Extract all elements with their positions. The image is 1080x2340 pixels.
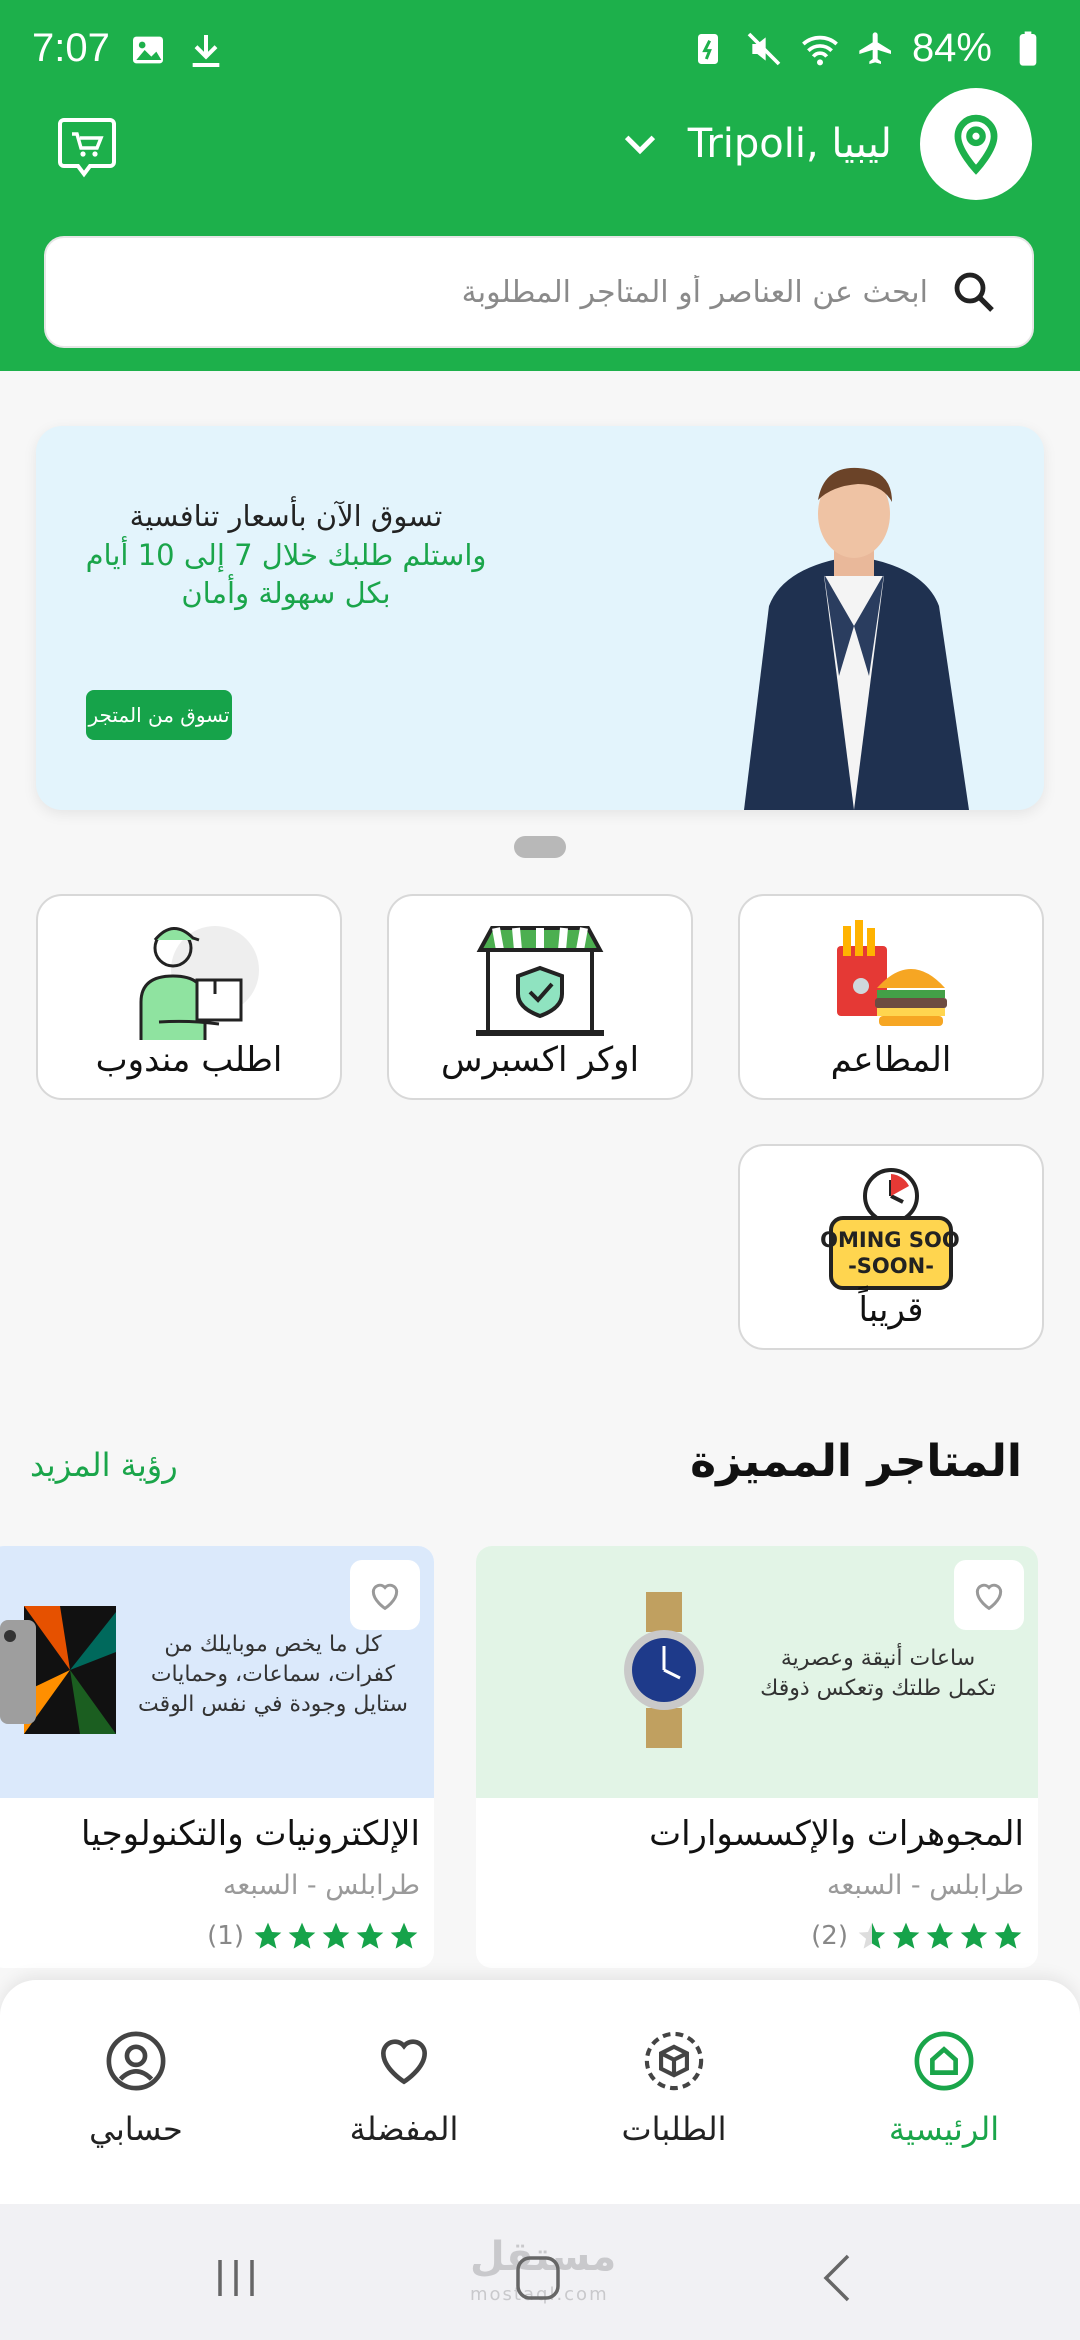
cart-button[interactable] xyxy=(54,112,120,178)
star-icon xyxy=(892,1922,920,1949)
nav-label: المفضلة xyxy=(349,2110,459,2148)
store-card-electronics[interactable]: كل ما يخص موبايلك من كفرات، سماعات، وحما… xyxy=(0,1546,434,1968)
featured-stores-title: المتاجر المميزة xyxy=(690,1436,1022,1487)
store-card-jewelry[interactable]: ساعات أنيقة وعصرية تكمل طلتك وتعكس ذوقك … xyxy=(476,1546,1038,1968)
wifi-icon xyxy=(802,35,838,65)
store-location: طرابلس - السبعه xyxy=(222,1870,420,1901)
coming-soon-icon: COMING SOON -SOON- xyxy=(821,1168,961,1290)
banner-subline-2: بكل سهولة وأمان xyxy=(181,576,391,610)
watch-image xyxy=(624,1592,704,1748)
burger-fries-icon xyxy=(837,920,947,1026)
nav-label: حسابي xyxy=(89,2110,183,2148)
coming-soon-badge-text: COMING SOON xyxy=(821,1228,961,1252)
model-image xyxy=(744,467,969,810)
star-icon xyxy=(926,1922,954,1949)
heart-icon xyxy=(975,1583,1003,1611)
mute-icon xyxy=(747,32,781,65)
star-icon xyxy=(390,1922,418,1949)
category-restaurants[interactable]: المطاعم xyxy=(738,894,1044,1100)
star-icon xyxy=(288,1922,316,1949)
store-name: المجوهرات والإكسسوارات xyxy=(649,1814,1024,1854)
category-okr-express[interactable]: اوكر اكسبرس xyxy=(387,894,693,1100)
location-pin-button[interactable] xyxy=(920,88,1032,200)
star-icon xyxy=(994,1922,1022,1949)
battery-icon xyxy=(1019,31,1037,66)
battery-saver-icon xyxy=(697,33,718,64)
home-button-icon[interactable] xyxy=(508,2248,568,2308)
nav-label: الطلبات xyxy=(621,2110,727,2148)
store-promo-line: تكمل طلتك وتعكس ذوقك xyxy=(760,1676,996,1701)
star-icon xyxy=(356,1922,384,1949)
star-icon xyxy=(960,1922,988,1949)
nav-label: الرئيسية xyxy=(888,2110,1000,2148)
chevron-down-icon xyxy=(624,135,655,155)
store-name: الإلكترونيات والتكنولوجيا xyxy=(81,1814,420,1854)
bottom-navigation: الرئيسية الطلبات المفضلة حسابي xyxy=(0,1980,1080,2204)
location-selector[interactable]: Tripoli, ليبيا xyxy=(620,88,1032,200)
category-label: اطلب مندوب xyxy=(95,1040,283,1080)
system-navigation-bar: مستقل mostaql.com xyxy=(0,2204,1080,2340)
svg-text:-SOON-: -SOON- xyxy=(848,1254,934,1278)
nav-orders[interactable]: الطلبات xyxy=(554,2030,794,2148)
category-label: المطاعم xyxy=(830,1040,952,1080)
gallery-icon xyxy=(133,36,163,64)
shop-now-button[interactable]: تسوق من المتجر xyxy=(86,690,232,740)
banner-subline: واستلم طلبك خلال 7 إلى 10 أيام xyxy=(85,538,487,572)
nav-home[interactable]: الرئيسية xyxy=(824,2030,1064,2148)
location-label: Tripoli, ليبيا xyxy=(687,121,892,167)
store-location: طرابلس - السبعه xyxy=(826,1870,1024,1901)
favorite-button[interactable] xyxy=(954,1560,1024,1630)
star-icon xyxy=(254,1922,282,1949)
search-input[interactable] xyxy=(108,262,928,322)
banner-headline: تسوق الآن بأسعار تنافسية xyxy=(129,499,443,533)
favorite-button[interactable] xyxy=(350,1560,420,1630)
see-more-link[interactable]: رؤية المزيد xyxy=(30,1446,178,1484)
star-icon xyxy=(322,1922,350,1949)
store-promo-line: ساعات أنيقة وعصرية xyxy=(780,1646,976,1671)
store-rating: (2) xyxy=(811,1920,1024,1952)
status-bar: 7:07 84% xyxy=(0,0,1080,100)
delivery-man-icon xyxy=(139,926,259,1040)
status-time: 7:07 xyxy=(32,26,110,70)
orders-icon xyxy=(644,2031,704,2091)
airplane-icon xyxy=(859,31,891,64)
battery-percent: 84% xyxy=(911,26,992,70)
download-icon xyxy=(192,35,220,67)
search-bar[interactable] xyxy=(44,236,1034,348)
nav-account[interactable]: حسابي xyxy=(16,2030,256,2148)
store-promo-line: كفرات، سماعات، وحمايات xyxy=(150,1662,396,1687)
home-icon xyxy=(914,2031,974,2091)
profile-icon xyxy=(106,2031,166,2091)
cart-icon xyxy=(58,118,116,178)
category-label: قريباً xyxy=(858,1290,924,1330)
location-pin-icon xyxy=(954,114,998,175)
rating-count: (1) xyxy=(207,1921,244,1951)
phone-case-image xyxy=(0,1606,116,1734)
store-rating: (1) xyxy=(207,1920,420,1952)
category-label: اوكر اكسبرس xyxy=(440,1040,640,1080)
nav-favorites[interactable]: المفضلة xyxy=(284,2030,524,2148)
store-shield-icon xyxy=(476,926,604,1036)
category-coming-soon[interactable]: COMING SOON -SOON- قريباً xyxy=(738,1144,1044,1350)
search-icon xyxy=(954,272,994,312)
heart-icon xyxy=(371,1583,399,1611)
store-promo-line: كل ما يخص موبايلك من xyxy=(164,1632,382,1657)
carousel-indicator[interactable] xyxy=(514,836,566,858)
rating-count: (2) xyxy=(811,1921,848,1951)
store-promo-line: ستايل وجودة في نفس الوقت xyxy=(138,1692,408,1717)
back-icon[interactable] xyxy=(810,2248,870,2308)
heart-icon xyxy=(381,2039,427,2085)
recent-apps-icon[interactable] xyxy=(206,2248,266,2308)
promo-banner[interactable]: تسوق الآن بأسعار تنافسية واستلم طلبك خلا… xyxy=(36,426,1044,810)
category-request-courier[interactable]: اطلب مندوب xyxy=(36,894,342,1100)
app-header: 7:07 84% Tripoli, ليبيا xyxy=(0,0,1080,371)
star-half-icon xyxy=(858,1922,886,1949)
